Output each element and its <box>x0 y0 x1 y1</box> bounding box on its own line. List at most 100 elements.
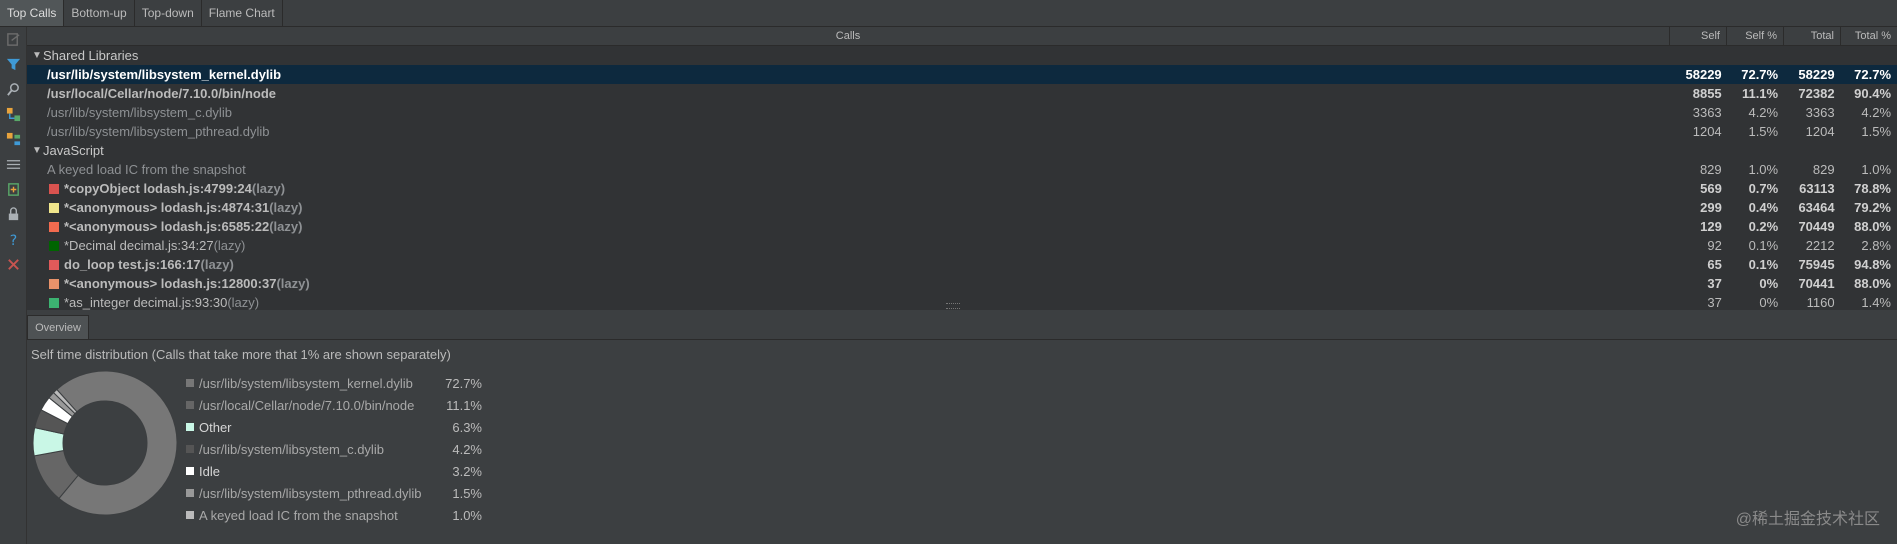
cell-self: 129 <box>1700 219 1722 234</box>
donut-slice[interactable] <box>56 370 178 516</box>
cell-self-pct: 0% <box>1759 276 1779 291</box>
navigate-icon[interactable] <box>0 177 26 202</box>
call-name-cell: /usr/local/Cellar/node/7.10.0/bin/node <box>27 86 1671 101</box>
legend-item: /usr/lib/system/libsystem_kernel.dylib 72… <box>186 372 482 394</box>
tab-flame-chart[interactable]: Flame Chart <box>202 0 283 26</box>
column-total-pct[interactable]: Total % <box>1840 27 1897 45</box>
cell-total: 75945 <box>1798 257 1835 272</box>
legend-percent: 11.1% <box>446 397 482 413</box>
call-name-cell: *Decimal decimal.js:34:27 (lazy) <box>27 238 1671 253</box>
lazy-tag: (lazy) <box>269 200 303 215</box>
cell-total: 1204 <box>1805 124 1835 139</box>
cell-total: 58229 <box>1798 67 1835 82</box>
merge-icon[interactable] <box>0 152 26 177</box>
cell-total: 3363 <box>1805 105 1835 120</box>
call-name-cell: /usr/lib/system/libsystem_kernel.dylib <box>27 67 1671 82</box>
color-swatch <box>49 221 59 232</box>
column-self-pct[interactable]: Self % <box>1726 27 1783 45</box>
table-row[interactable]: /usr/local/Cellar/node/7.10.0/bin/node 88… <box>27 84 1897 103</box>
table-header: Calls Self Self % Total Total % <box>27 27 1897 46</box>
group-cell: ▼ JavaScript <box>27 143 1669 158</box>
tab-top-calls[interactable]: Top Calls <box>0 0 65 26</box>
call-name: *Decimal decimal.js:34:27 <box>64 238 214 253</box>
group-row[interactable]: ▼ Shared Libraries <box>27 46 1897 65</box>
cell-total-pct: 72.7% <box>1854 67 1892 82</box>
lazy-tag: (lazy) <box>213 238 246 253</box>
filter-icon[interactable] <box>0 52 26 77</box>
cell-total-pct: 78.8% <box>1854 181 1891 196</box>
cell-total-pct: 90.4% <box>1854 86 1892 101</box>
legend-item: /usr/lib/system/libsystem_pthread.dylib 1… <box>186 482 482 504</box>
legend-item: Idle 3.2% <box>186 460 482 482</box>
find-icon[interactable] <box>0 77 26 102</box>
cell-self: 569 <box>1700 181 1722 196</box>
column-calls[interactable]: Calls <box>27 27 1669 45</box>
cell-self: 829 <box>1699 162 1722 177</box>
expand-triangle-icon[interactable]: ▼ <box>31 145 43 156</box>
legend-swatch <box>186 445 194 453</box>
table-row[interactable]: /usr/lib/system/libsystem_pthread.dylib 1… <box>27 122 1897 141</box>
table-row[interactable]: *Decimal decimal.js:34:27 (lazy) 92 0.1% 22… <box>27 236 1897 255</box>
cell-total: 72382 <box>1798 86 1835 101</box>
cell-self: 92 <box>1707 238 1722 253</box>
legend-swatch <box>186 489 194 497</box>
column-self[interactable]: Self <box>1669 27 1726 45</box>
table-row[interactable]: A keyed load IC from the snapshot 829 1.0%… <box>27 160 1897 179</box>
distribution-legend: /usr/lib/system/libsystem_kernel.dylib 72… <box>186 372 482 526</box>
table-row[interactable]: *as_integer decimal.js:93:30 (lazy) 37 0% 1… <box>27 293 1897 310</box>
call-name: *<anonymous> lodash.js:6585:22 <box>64 219 270 234</box>
cell-self: 299 <box>1700 200 1722 215</box>
color-swatch <box>49 240 59 251</box>
self-time-donut-chart <box>32 370 178 516</box>
call-name: *as_integer decimal.js:93:30 <box>64 295 228 310</box>
expand-icon[interactable] <box>0 102 26 127</box>
cell-self-pct: 0.7% <box>1748 181 1779 196</box>
splitter-handle[interactable] <box>946 303 960 309</box>
table-row[interactable]: *<anonymous> lodash.js:4874:31 (lazy) 299… <box>27 198 1897 217</box>
cell-self-pct: 0.1% <box>1748 238 1779 253</box>
tab-top-down[interactable]: Top-down <box>135 0 202 26</box>
collapse-icon[interactable] <box>0 127 26 152</box>
color-swatch <box>49 278 59 289</box>
cell-self: 8855 <box>1692 86 1722 101</box>
view-tabs: Top Calls Bottom-up Top-down Flame Chart <box>0 0 1897 27</box>
color-swatch <box>49 183 59 194</box>
column-total[interactable]: Total <box>1783 27 1840 45</box>
table-row[interactable]: do_loop test.js:166:17 (lazy) 65 0.1% 75945… <box>27 255 1897 274</box>
table-row[interactable]: /usr/lib/system/libsystem_c.dylib 3363 4.2… <box>27 103 1897 122</box>
legend-label: A keyed load IC from the snapshot <box>199 507 398 523</box>
table-row[interactable]: /usr/lib/system/libsystem_kernel.dylib 58… <box>27 65 1897 84</box>
legend-swatch <box>186 401 194 409</box>
call-name-cell: /usr/lib/system/libsystem_c.dylib <box>27 105 1671 120</box>
table-row[interactable]: *<anonymous> lodash.js:6585:22 (lazy) 129… <box>27 217 1897 236</box>
tab-overview[interactable]: Overview <box>27 315 89 340</box>
color-swatch <box>49 259 59 270</box>
lock-icon[interactable] <box>0 202 26 227</box>
table-body: ▼ Shared Libraries/usr/lib/system/libsyst… <box>27 46 1897 310</box>
call-name: *<anonymous> lodash.js:4874:31 <box>64 200 270 215</box>
export-icon[interactable] <box>0 27 26 52</box>
table-row[interactable]: *<anonymous> lodash.js:12800:37 (lazy) 37… <box>27 274 1897 293</box>
legend-label: /usr/lib/system/libsystem_kernel.dylib <box>199 375 413 391</box>
legend-label: /usr/lib/system/libsystem_c.dylib <box>199 441 384 457</box>
help-icon[interactable]: ? <box>0 227 26 252</box>
cell-total: 1160 <box>1806 295 1835 310</box>
tab-bottom-up[interactable]: Bottom-up <box>64 0 135 26</box>
cell-total: 70449 <box>1798 219 1835 234</box>
group-row[interactable]: ▼ JavaScript <box>27 141 1897 160</box>
cell-self: 65 <box>1707 257 1722 272</box>
cell-self: 1204 <box>1692 124 1722 139</box>
call-name: /usr/lib/system/libsystem_pthread.dylib <box>47 124 270 139</box>
legend-percent: 6.3% <box>452 419 482 435</box>
legend-label: Other <box>199 419 232 435</box>
legend-swatch <box>186 467 194 475</box>
call-name-cell: A keyed load IC from the snapshot <box>27 162 1671 177</box>
cell-total: 70441 <box>1798 276 1835 291</box>
call-name-cell: *as_integer decimal.js:93:30 (lazy) <box>27 295 1671 310</box>
group-label: Shared Libraries <box>43 48 139 63</box>
table-row[interactable]: *copyObject lodash.js:4799:24 (lazy) 569 0… <box>27 179 1897 198</box>
close-icon[interactable] <box>0 252 26 277</box>
cell-self-pct: 11.1% <box>1741 86 1779 101</box>
cell-total: 2212 <box>1805 238 1835 253</box>
expand-triangle-icon[interactable]: ▼ <box>31 50 43 61</box>
